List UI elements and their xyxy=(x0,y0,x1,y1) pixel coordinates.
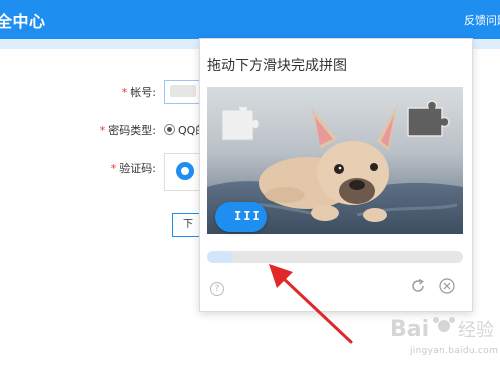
help-icon[interactable]: ? xyxy=(210,282,224,296)
refresh-icon[interactable] xyxy=(410,278,426,294)
required-mark: * xyxy=(110,162,117,175)
header-title: 全中心 xyxy=(0,12,46,31)
slider-handle[interactable]: III xyxy=(215,202,267,232)
password-type-label: * 密码类型: xyxy=(99,124,156,137)
captcha-label: * 验证码: xyxy=(110,162,156,175)
account-label: * 帐号: xyxy=(121,86,156,99)
red-arrow-annotation xyxy=(269,264,353,344)
required-mark: * xyxy=(99,124,106,137)
submit-button[interactable]: 下 xyxy=(172,213,202,237)
slider-grip-icon: III xyxy=(234,209,262,223)
feedback-link[interactable]: 反馈问题 xyxy=(464,12,500,28)
required-mark: * xyxy=(121,86,128,99)
close-icon[interactable] xyxy=(439,278,455,294)
captcha-verify-icon[interactable] xyxy=(176,162,194,180)
slider-progress-fill xyxy=(207,251,233,263)
svg-text:经验: 经验 xyxy=(458,320,494,341)
puzzle-piece-icon[interactable] xyxy=(219,107,263,147)
account-value-blurred xyxy=(170,85,196,97)
top-header: 全中心 反馈问题 xyxy=(0,0,500,39)
qq-radio-button[interactable] xyxy=(164,124,175,135)
watermark-url: jingyan.baidu.com xyxy=(410,346,499,356)
popup-title: 拖动下方滑块完成拼图 xyxy=(207,58,347,74)
svg-text:Bai: Bai xyxy=(390,317,429,342)
